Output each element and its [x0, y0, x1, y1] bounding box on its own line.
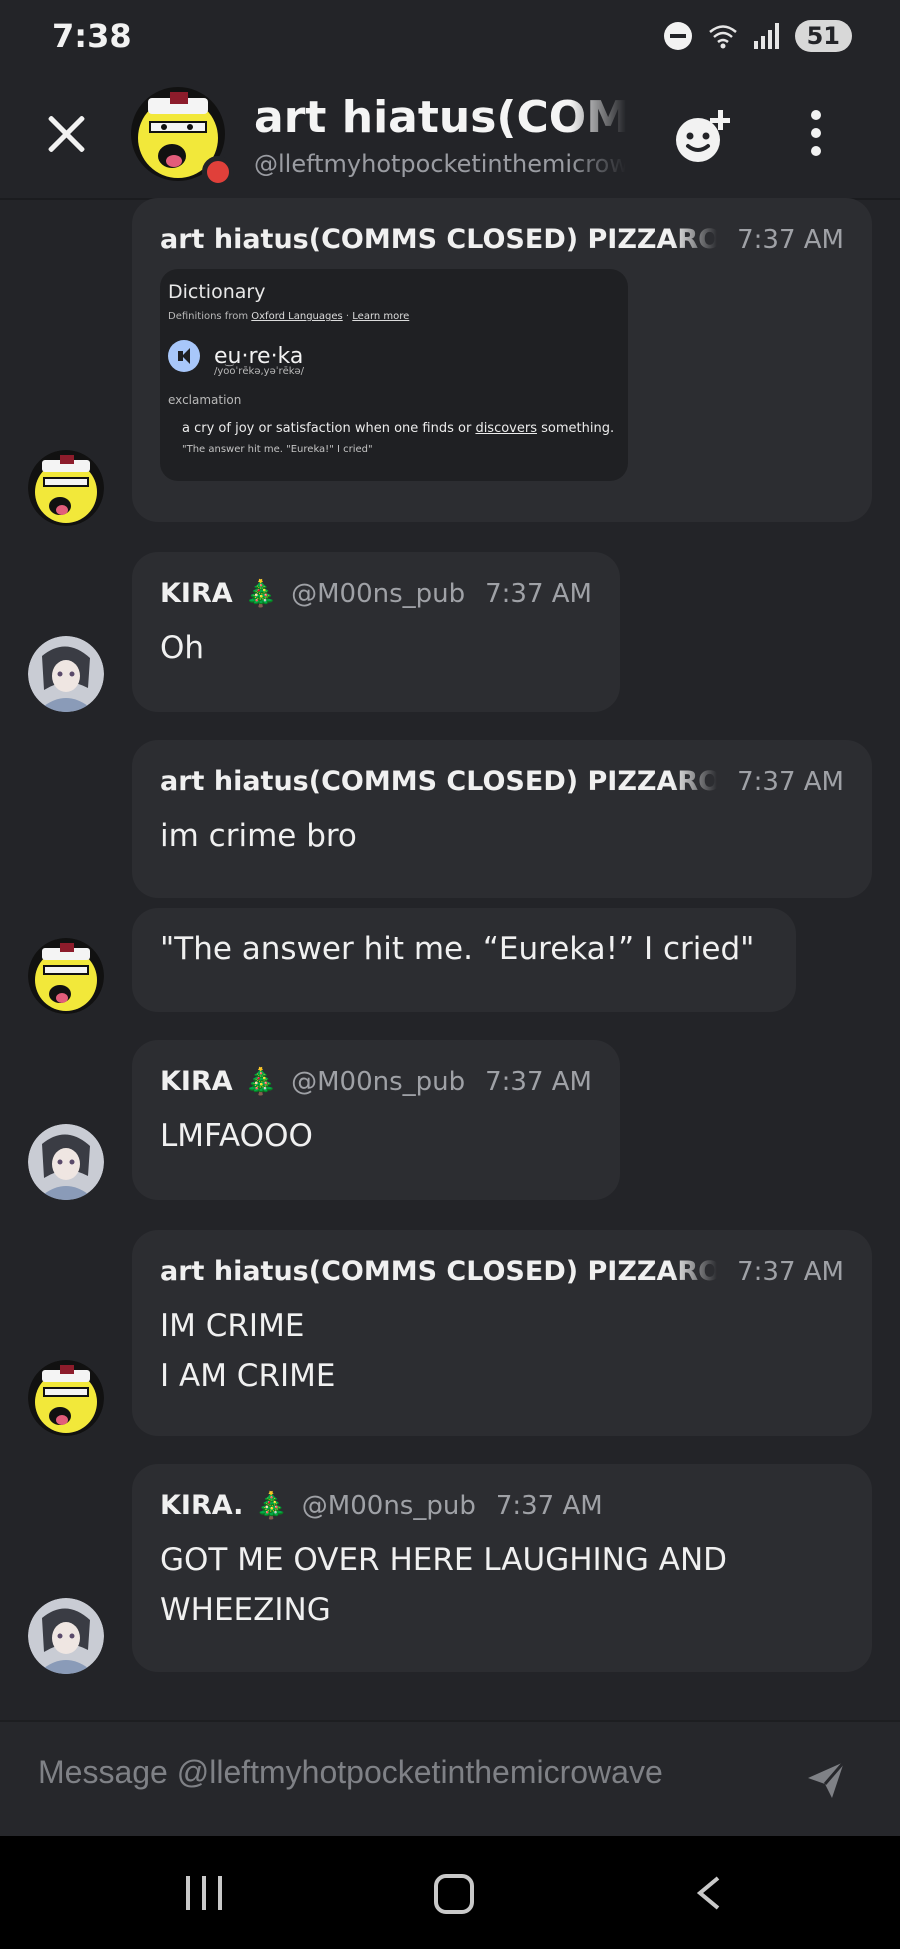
recent-apps-button[interactable]	[186, 1876, 222, 1910]
more-options-icon[interactable]	[806, 110, 826, 162]
send-icon[interactable]	[806, 1760, 846, 1800]
message-handle[interactable]: @M00ns_pub	[291, 1067, 465, 1097]
message-handle[interactable]: @M00ns_pub	[302, 1491, 476, 1521]
wifi-icon	[708, 25, 737, 49]
message-author[interactable]: KIRA.	[160, 1066, 233, 1097]
definition: a cry of joy or satisfaction when one fi…	[182, 421, 615, 436]
oxford-languages-link[interactable]: Oxford Languages	[251, 311, 342, 322]
message-text: im crime bro	[160, 818, 357, 854]
message-header: art hiatus(COMMS CLOSED) PIZZARO 7:37 AM	[160, 224, 844, 255]
message-composer	[0, 1720, 900, 1836]
message-bubble[interactable]: "The answer hit me. “Eureka!” I cried"	[132, 908, 796, 1012]
message-author[interactable]: art hiatus(COMMS CLOSED) PIZZARO	[160, 766, 717, 797]
cell-signal-icon	[753, 23, 779, 49]
battery-level: 51	[794, 20, 852, 52]
message-input[interactable]	[38, 1754, 758, 1791]
back-button[interactable]	[694, 1876, 724, 1910]
embed-title: Dictionary	[168, 281, 266, 303]
message-text: GOT ME OVER HERE LAUGHING AND WHEEZING	[160, 1542, 728, 1628]
status-time: 7:38	[52, 17, 132, 55]
message-header: KIRA. 🎄 @M00ns_pub 7:37 AM	[160, 1066, 592, 1097]
avatar[interactable]	[28, 938, 104, 1014]
dictionary-embed[interactable]: Dictionary Definitions from Oxford Langu…	[160, 269, 628, 481]
message-header: art hiatus(COMMS CLOSED) PIZZARO 7:37 AM	[160, 766, 844, 797]
add-reaction-button[interactable]	[672, 104, 736, 168]
message-author[interactable]: art hiatus(COMMS CLOSED) PIZZARO	[160, 224, 717, 255]
header-title: art hiatus(COMMS CLOSED) PIZZARO	[254, 92, 626, 143]
message-text: "The answer hit me. “Eureka!” I cried"	[160, 931, 755, 967]
message-text: IM CRIME I AM CRIME	[160, 1308, 336, 1394]
pronunciation: /yo͝oˈrēkə,yəˈrēkə/	[214, 366, 305, 377]
learn-more-link[interactable]: Learn more	[352, 311, 409, 322]
example-sentence: "The answer hit me. "Eureka!" I cried"	[182, 444, 373, 455]
system-nav-bar	[0, 1836, 900, 1949]
message-bubble[interactable]: art hiatus(COMMS CLOSED) PIZZARO 7:37 AM…	[132, 740, 872, 898]
status-bar: 7:38 51	[0, 0, 900, 72]
message-header: KIRA. 🎄 @M00ns_pub 7:37 AM	[160, 578, 592, 609]
message-handle[interactable]: @M00ns_pub	[291, 579, 465, 609]
avatar[interactable]	[28, 450, 104, 526]
message-time: 7:37 AM	[495, 1491, 603, 1521]
avatar[interactable]	[28, 1598, 104, 1674]
message-time: 7:37 AM	[737, 767, 844, 797]
tree-emoji: 🎄	[244, 579, 278, 609]
avatar[interactable]	[28, 636, 104, 712]
avatar[interactable]	[28, 1360, 104, 1436]
message-author[interactable]: KIRA.	[160, 578, 233, 609]
message-bubble[interactable]: art hiatus(COMMS CLOSED) PIZZARO 7:37 AM…	[132, 198, 872, 522]
presence-dot	[202, 156, 234, 188]
message-time: 7:37 AM	[485, 579, 592, 609]
message-header: KIRA. 🎄 @M00ns_pub 7:37 AM	[160, 1490, 844, 1521]
message-time: 7:37 AM	[485, 1067, 592, 1097]
message-list: art hiatus(COMMS CLOSED) PIZZARO 7:37 AM…	[0, 198, 900, 1720]
message-header: art hiatus(COMMS CLOSED) PIZZARO 7:37 AM	[160, 1256, 844, 1287]
tree-emoji: 🎄	[244, 1067, 278, 1097]
message-author[interactable]: KIRA.	[160, 1490, 243, 1521]
dictionary-word: eu·re·ka	[214, 343, 304, 369]
part-of-speech: exclamation	[168, 393, 242, 407]
message-bubble[interactable]: art hiatus(COMMS CLOSED) PIZZARO 7:37 AM…	[132, 1230, 872, 1436]
do-not-disturb-icon	[663, 22, 692, 50]
message-text: Oh	[160, 630, 205, 666]
speaker-icon[interactable]	[168, 340, 200, 372]
header-subtitle: @lleftmyhotpocketinthemicrowave	[254, 150, 626, 178]
avatar[interactable]	[28, 1124, 104, 1200]
message-text: LMFAOOO	[160, 1118, 313, 1154]
message-time: 7:37 AM	[737, 1257, 844, 1287]
embed-source: Definitions from Oxford Languages · Lear…	[168, 311, 410, 322]
discovers-link[interactable]: discovers	[475, 421, 537, 436]
home-button[interactable]	[434, 1874, 474, 1914]
message-author[interactable]: art hiatus(COMMS CLOSED) PIZZARO	[160, 1256, 717, 1287]
tree-emoji: 🎄	[255, 1491, 288, 1521]
dm-header: art hiatus(COMMS CLOSED) PIZZARO @lleftm…	[0, 72, 900, 200]
status-icons: 51	[663, 20, 852, 52]
message-bubble[interactable]: KIRA. 🎄 @M00ns_pub 7:37 AM GOT ME OVER H…	[132, 1464, 872, 1672]
message-bubble[interactable]: KIRA. 🎄 @M00ns_pub 7:37 AM Oh	[132, 552, 620, 712]
message-time: 7:37 AM	[737, 225, 844, 255]
message-bubble[interactable]: KIRA. 🎄 @M00ns_pub 7:37 AM LMFAOOO	[132, 1040, 620, 1200]
close-button[interactable]	[44, 112, 88, 156]
